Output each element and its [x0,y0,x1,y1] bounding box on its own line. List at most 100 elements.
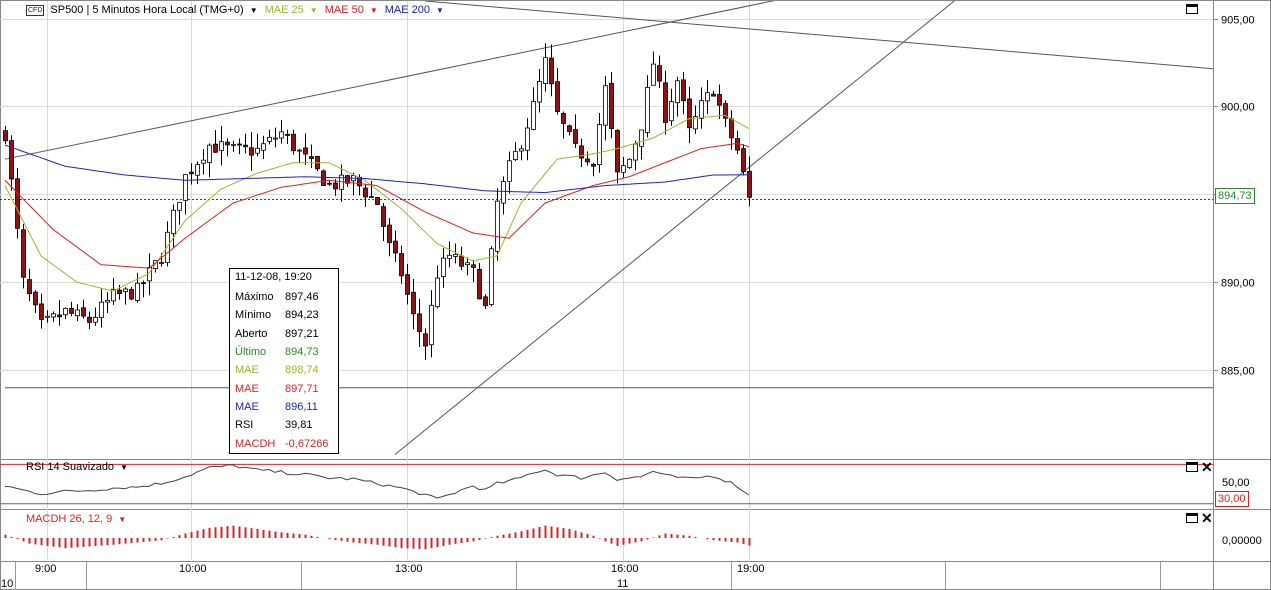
candle-body [717,94,722,106]
tooltip-row: Máximo 897,46 [230,288,338,306]
macd-panel-label[interactable]: MACDH 26, 12, 9 [26,513,112,525]
rsi-panel-close-icon[interactable]: ✕ [1201,460,1213,474]
candle-body [105,299,110,303]
candle-body [537,81,542,103]
candle-body [45,315,50,318]
chart-window: 905,00900,00895,00890,00885,009:0010:001… [0,0,1271,590]
candle-body [573,129,578,144]
data-tooltip: 11-12-08, 19:20 Máximo 897,46 Mínimo 894,23… [229,268,339,454]
candle-body [507,160,512,182]
candle-body [729,118,734,139]
candle-body [411,291,416,315]
trendline [394,1,955,455]
candle-body [435,277,440,308]
candle-body [27,279,32,295]
candle-body [183,174,188,201]
candle-body [429,304,434,346]
candle-body [393,240,398,254]
tooltip-row-value: 897,71 [285,382,319,395]
candle-body [645,87,650,133]
candle-body [327,182,332,185]
candle-body [471,264,476,268]
tooltip-row: MAE 896,11 [230,398,338,416]
macd-panel-maximize-icon[interactable] [1186,513,1198,523]
candle-body [63,308,68,316]
candle-body [21,229,26,278]
candle-body [165,231,170,264]
indicator-mae200-dropdown-icon[interactable]: ▼ [436,6,444,15]
candle-body [453,253,458,257]
tooltip-row: Mínimo 894,23 [230,306,338,324]
tooltip-row-label: MAE [235,364,259,377]
candle-body [555,81,560,113]
instrument-badge: CFD [26,4,45,16]
tooltip-row-value: 898,74 [285,364,319,377]
candle-body [189,171,194,175]
macd-panel-close-icon[interactable]: ✕ [1201,511,1213,525]
candle-body [321,170,326,187]
macd-panel-header: MACDH 26, 12, 9 ▼ [26,513,129,525]
chart-canvas[interactable]: 905,00900,00895,00890,00885,009:0010:001… [0,0,1271,590]
mae50-line [4,142,750,269]
candle-body [663,82,668,124]
candle-body [495,200,500,252]
price-panel-header: CFD SP500 | 5 Minutos Hora Local (TMG+0)… [26,4,447,16]
instrument-title[interactable]: SP500 | 5 Minutos Hora Local (TMG+0) [50,4,243,16]
tooltip-row: Último 894,73 [230,343,338,361]
instrument-dropdown-icon[interactable]: ▼ [250,6,258,15]
candle-body [129,289,134,300]
indicator-mae200[interactable]: MAE 200 [385,4,430,16]
candle-body [9,140,14,180]
candle-body [651,63,656,86]
price-panel-maximize-icon[interactable] [1186,4,1198,14]
candle-body [603,85,608,126]
candle-body [273,137,278,140]
candle-body [249,147,254,156]
indicator-mae25[interactable]: MAE 25 [265,4,304,16]
candle-body [261,143,266,151]
indicator-mae25-dropdown-icon[interactable]: ▼ [310,6,318,15]
candle-body [375,197,380,205]
rsi-panel-maximize-icon[interactable] [1186,462,1198,472]
candle-body [585,158,590,163]
y-axis-tick-label: 890,00 [1221,278,1255,290]
candle-body [681,79,686,102]
candle-body [363,187,368,198]
candle-body [657,65,662,82]
tooltip-row-label: RSI [235,419,254,432]
candle-body [171,209,176,235]
tooltip-row-label: MACDH [235,437,276,450]
candle-body [591,163,596,167]
indicator-mae50[interactable]: MAE 50 [325,4,364,16]
macd-dropdown-icon[interactable]: ▼ [118,515,126,524]
candle-body [627,158,632,169]
candle-body [687,98,692,129]
rsi-panel-label[interactable]: RSI 14 Suavizado [26,461,114,473]
candle-body [285,133,290,136]
candle-body [711,93,716,97]
rsi-dropdown-icon[interactable]: ▼ [120,463,128,472]
tooltip-row-label: Máximo [235,291,274,304]
candle-body [3,130,8,142]
candle-body [243,144,248,148]
indicator-mae50-dropdown-icon[interactable]: ▼ [370,6,378,15]
candle-body [33,291,38,306]
tooltip-row-label: Aberto [235,327,268,340]
y-axis-tick-label: 885,00 [1221,366,1255,378]
candle-body [675,80,680,104]
x-axis-tick-label: 9:00 [35,563,56,575]
candle-body [741,148,746,172]
candle-body [117,289,122,294]
tooltip-row-value: -0,67266 [285,437,329,450]
candle-body [621,165,626,173]
tooltip-datetime: 11-12-08, 19:20 [235,271,312,283]
candle-body [459,255,464,267]
candle-body [213,143,218,153]
candle-body [255,147,260,154]
candle-body [447,254,452,259]
candle-body [123,288,128,293]
x-axis-date-label: 10 [1,578,13,590]
tooltip-row-label: MAE [235,382,259,395]
candle-body [279,131,284,139]
rsi-panel-header: RSI 14 Suavizado ▼ [26,461,131,473]
